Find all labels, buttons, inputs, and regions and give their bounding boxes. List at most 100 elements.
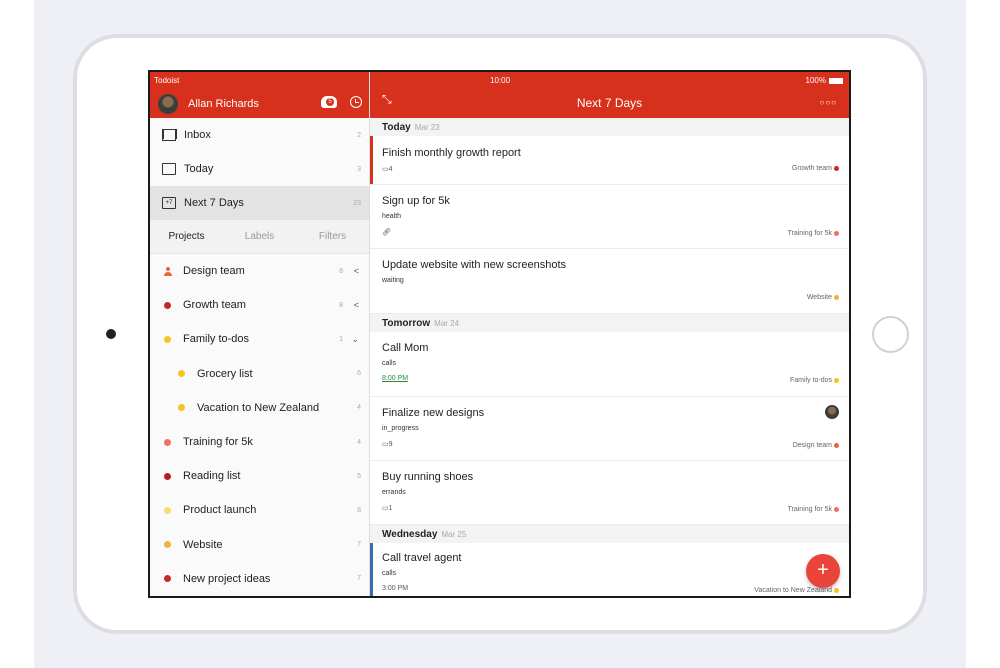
- link-icon: 🔗︎: [382, 229, 391, 236]
- project-color-dot: [164, 301, 171, 309]
- task-project-tag: Training for 5k: [788, 230, 839, 237]
- project-count: 8: [339, 267, 343, 275]
- comment-count: 4: [388, 166, 393, 173]
- day-date: Mar 24: [434, 318, 460, 328]
- chevron-left-icon[interactable]: <: [354, 266, 359, 276]
- task-title: Update website with new screenshots: [382, 259, 567, 271]
- task-project-tag: Website: [807, 294, 839, 301]
- day-name: Tomorrow: [382, 317, 431, 329]
- project-item-vacation-to-new-zealand[interactable]: Vacation to New Zealand 4: [150, 391, 369, 425]
- project-color-dot: [834, 231, 839, 236]
- task-project-tag: Growth team: [792, 165, 839, 172]
- project-item-website[interactable]: Website 7: [150, 528, 369, 562]
- home-button[interactable]: [872, 316, 909, 353]
- sidebar-item-label: Today: [184, 163, 214, 175]
- day-date: Mar 25: [441, 529, 467, 539]
- project-name: Website: [183, 538, 223, 551]
- project-color-dot: [834, 588, 839, 593]
- add-task-button[interactable]: +: [806, 554, 840, 588]
- tab-filters[interactable]: Filters: [296, 231, 369, 242]
- sidebar-item-inbox[interactable]: Inbox 2: [150, 118, 369, 152]
- task-comments: ▭1: [382, 504, 393, 512]
- project-item-design-team[interactable]: Design team 8 <: [150, 254, 369, 288]
- project-item-product-launch[interactable]: Product launch 8: [150, 493, 369, 527]
- project-item-reading-list[interactable]: Reading list 5: [150, 459, 369, 493]
- project-name: Product launch: [183, 504, 257, 517]
- tab-projects[interactable]: Projects: [150, 231, 223, 242]
- priority-flag: [370, 543, 373, 596]
- battery-percent: 100%: [805, 76, 826, 85]
- priority-flag: [370, 136, 373, 184]
- project-count: 5: [357, 472, 361, 480]
- chevron-down-icon[interactable]: ⌄: [351, 334, 359, 345]
- sidebar-item-label: Next 7 Days: [184, 197, 244, 209]
- project-name: Reading list: [183, 470, 241, 483]
- day-date: Mar 23: [414, 122, 440, 132]
- project-count: 4: [357, 438, 361, 446]
- task-project-name: Training for 5k: [787, 230, 832, 237]
- project-color-dot: [164, 472, 171, 480]
- task-item[interactable]: Finish monthly growth report ▭4 Growth t…: [370, 136, 849, 185]
- task-title: Call Mom: [382, 342, 429, 354]
- task-comments: ▭9: [382, 440, 393, 448]
- calendar-week-icon: +7: [162, 197, 176, 209]
- battery-icon: [829, 77, 843, 84]
- assignee-avatar[interactable]: [825, 405, 839, 419]
- project-item-growth-team[interactable]: Growth team 8 <: [150, 288, 369, 322]
- sidebar-item-next-7-days[interactable]: +7 Next 7 Days 23: [150, 186, 369, 220]
- chevron-left-icon[interactable]: <: [354, 300, 359, 310]
- task-label: errands: [382, 489, 406, 496]
- project-count: 4: [357, 404, 361, 412]
- comment-icon: ▭: [382, 505, 389, 512]
- day-name: Today: [382, 121, 411, 133]
- shared-person-icon: [164, 266, 172, 276]
- project-name: Design team: [183, 265, 245, 278]
- front-camera: [106, 329, 116, 339]
- project-item-training-for-5k[interactable]: Training for 5k 4: [150, 425, 369, 459]
- project-item-family-to-dos[interactable]: Family to-dos 1 ⌄: [150, 322, 369, 356]
- task-item[interactable]: Update website with new screenshots wait…: [370, 249, 849, 314]
- project-item-grocery-list[interactable]: Grocery list 6: [150, 357, 369, 391]
- task-due-time[interactable]: 3:00 PM: [382, 585, 408, 592]
- avatar[interactable]: [158, 94, 178, 114]
- task-item[interactable]: Call Mom calls 8:00 PM Family to-dos: [370, 332, 849, 397]
- sidebar: Allan Richards 5 Inbox 2 Today 3 +7 Next…: [150, 72, 370, 596]
- karma-icon[interactable]: 5: [321, 96, 337, 108]
- task-label: health: [382, 213, 402, 220]
- project-color-dot: [164, 541, 171, 549]
- task-label: calls: [382, 570, 397, 577]
- task-item[interactable]: Call travel agent calls 3:00 PM Vacation…: [370, 543, 849, 596]
- project-color-dot: [178, 370, 185, 378]
- task-item[interactable]: Finalize new designs in_progress ▭9 Desi…: [370, 397, 849, 461]
- task-due-time[interactable]: 8:00 PM: [382, 375, 408, 382]
- task-title: Finish monthly growth report: [382, 147, 521, 159]
- task-project-tag: Design team: [793, 442, 839, 449]
- project-list: Design team 8 < Growth team 8 < Family t…: [150, 254, 369, 596]
- project-color-dot: [834, 378, 839, 383]
- more-options-icon[interactable]: ○○○: [820, 98, 838, 107]
- task-item[interactable]: Buy running shoes errands ▭1 Training fo…: [370, 461, 849, 525]
- day-header-wednesday: Wednesday Mar 25: [370, 525, 849, 543]
- project-color-dot: [164, 438, 171, 446]
- project-name: Growth team: [183, 299, 246, 312]
- day-header-today: Today Mar 23: [370, 118, 849, 136]
- user-name[interactable]: Allan Richards: [188, 98, 259, 110]
- project-item-new-project-ideas[interactable]: New project ideas 7: [150, 562, 369, 596]
- task-title: Call travel agent: [382, 552, 462, 564]
- sidebar-item-count: 2: [357, 131, 361, 139]
- project-color-dot: [834, 507, 839, 512]
- task-label: in_progress: [382, 425, 419, 432]
- task-item[interactable]: Sign up for 5k health 🔗︎ Training for 5k: [370, 185, 849, 249]
- sidebar-item-count: 3: [357, 165, 361, 173]
- project-name: New project ideas: [183, 572, 271, 585]
- comment-icon: ▭: [382, 441, 389, 448]
- project-color-dot: [834, 443, 839, 448]
- tab-labels[interactable]: Labels: [223, 231, 296, 242]
- project-color-dot: [178, 404, 185, 412]
- activity-clock-icon[interactable]: [350, 96, 362, 108]
- sidebar-item-today[interactable]: Today 3: [150, 152, 369, 186]
- project-name: Training for 5k: [183, 436, 253, 449]
- project-color-dot: [834, 295, 839, 300]
- project-count: 8: [339, 301, 343, 309]
- app-screen: Todoist 10:00 100% Allan Richards 5 Inbo…: [148, 70, 851, 598]
